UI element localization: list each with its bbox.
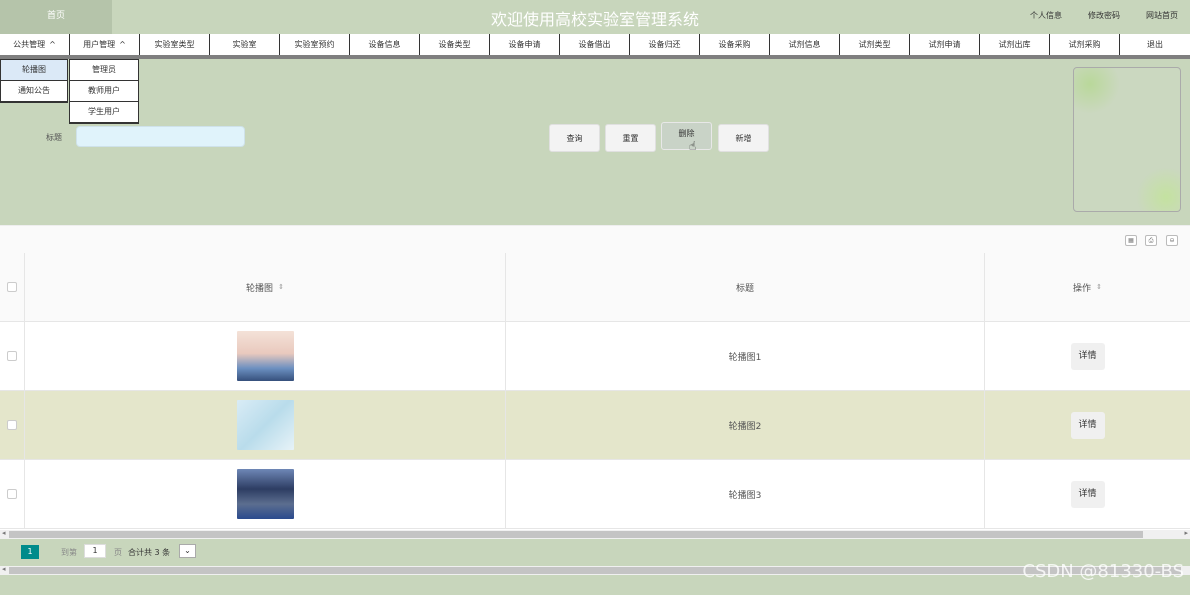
carousel-thumbnail [236, 400, 294, 450]
menu-item-admin[interactable]: 管理员 [70, 60, 138, 81]
top-header: 首页 欢迎使用高校实验室管理系统 个人信息 修改密码 网站首页 [0, 0, 1190, 34]
main-nav: 公共管理 ^ 用户管理 ^ 实验室类型 实验室 实验室预约 设备信息 设备类型 设备… [0, 34, 1190, 59]
row-checkbox[interactable] [7, 489, 17, 499]
table-row: 轮播图3 详情 [0, 460, 1190, 529]
row-checkbox[interactable] [7, 351, 17, 361]
data-table: 轮播图 ⇕ 标题 操作 ⇕ 轮播图1 详情 轮播图2 详情 轮播图3 详情 [0, 253, 1190, 529]
menu-item-notice[interactable]: 通知公告 [1, 81, 67, 102]
nav-equipment-lend[interactable]: 设备借出 [560, 34, 630, 55]
scrollbar-thumb[interactable] [9, 567, 1181, 574]
glow-decoration [1074, 68, 1120, 114]
detail-button[interactable]: 详情 [1070, 411, 1105, 439]
home-tab[interactable]: 首页 [0, 0, 112, 34]
nav-equipment-info[interactable]: 设备信息 [350, 34, 420, 55]
query-button[interactable]: 查询 [549, 124, 600, 152]
carousel-thumbnail [236, 469, 294, 519]
scrollbar-thumb[interactable] [9, 531, 1143, 538]
profile-link[interactable]: 个人信息 [1030, 10, 1062, 21]
goto-label: 到第 [61, 548, 77, 557]
decorative-panel [1073, 67, 1181, 212]
watermark: CSDN @81330-BS [1022, 561, 1184, 582]
scroll-right-icon[interactable]: ▸ [1184, 529, 1188, 537]
page-unit-label: 页 [114, 548, 122, 557]
reset-button[interactable]: 重置 [605, 124, 656, 152]
website-home-link[interactable]: 网站首页 [1146, 10, 1178, 21]
hand-cursor-icon: ☝ [689, 139, 697, 153]
glow-decoration [1136, 167, 1180, 211]
nav-reagent-purchase[interactable]: 试剂采购 [1050, 34, 1120, 55]
scroll-left-icon[interactable]: ◂ [2, 565, 6, 573]
top-links: 个人信息 修改密码 网站首页 [1004, 10, 1178, 21]
table-horizontal-scrollbar[interactable]: ◂ ▸ [0, 529, 1190, 539]
chevron-up-icon: ^ [119, 40, 126, 49]
detail-button[interactable]: 详情 [1070, 480, 1105, 508]
sort-icon[interactable]: ⇕ [278, 283, 284, 291]
change-password-link[interactable]: 修改密码 [1088, 10, 1120, 21]
public-management-dropdown: 轮播图 通知公告 [0, 59, 68, 103]
total-count: 合计共 3 条 [128, 548, 171, 557]
nav-lab-reservation[interactable]: 实验室预约 [280, 34, 350, 55]
goto-page-input[interactable]: 1 [84, 544, 106, 558]
select-all-checkbox[interactable] [7, 282, 17, 292]
search-panel: 标题 查询 重置 删除 新增 ☝ [0, 59, 1190, 225]
page-size-select[interactable]: ⌄ [179, 544, 196, 558]
row-title: 轮播图2 [506, 391, 985, 459]
table-row: 轮播图1 详情 [0, 322, 1190, 391]
nav-lab[interactable]: 实验室 [210, 34, 280, 55]
nav-reagent-outbound[interactable]: 试剂出库 [980, 34, 1050, 55]
nav-reagent-type[interactable]: 试剂类型 [840, 34, 910, 55]
print-icon[interactable]: ⎙ [1145, 235, 1157, 246]
table-header-row: 轮播图 ⇕ 标题 操作 ⇕ [0, 253, 1190, 322]
grid-icon[interactable]: ▦ [1125, 235, 1137, 246]
nav-public-management[interactable]: 公共管理 ^ [0, 34, 70, 55]
row-title: 轮播图3 [506, 460, 985, 528]
footer-band [0, 575, 1190, 595]
chevron-up-icon: ^ [49, 40, 56, 49]
delete-button[interactable]: 删除 [661, 122, 712, 150]
nav-logout[interactable]: 退出 [1120, 34, 1190, 55]
nav-lab-type[interactable]: 实验室类型 [140, 34, 210, 55]
nav-equipment-apply[interactable]: 设备申请 [490, 34, 560, 55]
table-toolbar: ▦ ⎙ ⊖ [0, 225, 1190, 253]
menu-item-student[interactable]: 学生用户 [70, 102, 138, 123]
nav-reagent-info[interactable]: 试剂信息 [770, 34, 840, 55]
nav-user-management[interactable]: 用户管理 ^ [70, 34, 140, 55]
column-header-op[interactable]: 操作 ⇕ [985, 253, 1190, 321]
nav-equipment-type[interactable]: 设备类型 [420, 34, 490, 55]
column-header-title: 标题 [506, 253, 985, 321]
detail-button[interactable]: 详情 [1070, 342, 1105, 370]
page-horizontal-scrollbar[interactable]: ◂ [0, 565, 1190, 575]
add-button[interactable]: 新增 [718, 124, 769, 152]
pagination: 1 到第 1 页 合计共 3 条 ⌄ [0, 539, 1190, 566]
menu-item-carousel[interactable]: 轮播图 [1, 60, 67, 81]
scroll-left-icon[interactable]: ◂ [2, 529, 6, 537]
title-search-input[interactable] [76, 126, 245, 147]
nav-equipment-purchase[interactable]: 设备采购 [700, 34, 770, 55]
carousel-thumbnail [236, 331, 294, 381]
nav-equipment-return[interactable]: 设备归还 [630, 34, 700, 55]
page-number-current[interactable]: 1 [21, 545, 39, 559]
title-search-label: 标题 [46, 133, 62, 142]
table-row: 轮播图2 详情 [0, 391, 1190, 460]
export-icon[interactable]: ⊖ [1166, 235, 1178, 246]
user-management-dropdown: 管理员 教师用户 学生用户 [69, 59, 139, 124]
nav-reagent-apply[interactable]: 试剂申请 [910, 34, 980, 55]
sort-icon[interactable]: ⇕ [1096, 283, 1102, 291]
column-header-image[interactable]: 轮播图 ⇕ [25, 253, 506, 321]
menu-item-teacher[interactable]: 教师用户 [70, 81, 138, 102]
row-checkbox[interactable] [7, 420, 17, 430]
row-title: 轮播图1 [506, 322, 985, 390]
